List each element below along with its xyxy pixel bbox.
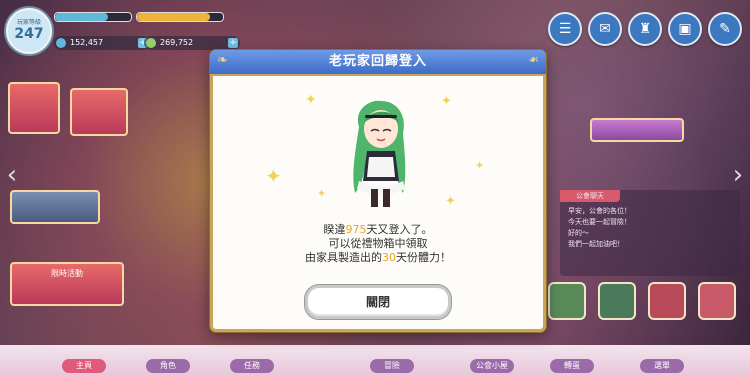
jewel-counter: 152,457 + (54, 36, 150, 50)
stamina-bar (136, 12, 224, 22)
mana-value: 269,752 (160, 38, 194, 47)
nav-adventure[interactable]: 冒險 (370, 359, 414, 373)
guild-chat-panel[interactable]: 公會聊天 早安，公會的各位！ 今天也要一起冒險！ 好的～ 我們一起加油吧！ (560, 190, 740, 276)
message-part: 由家具製造出的 (305, 251, 382, 264)
nav-story[interactable]: 任務 (230, 359, 274, 373)
right-banner[interactable] (590, 118, 684, 142)
close-button[interactable]: 關閉 (305, 285, 451, 319)
jewel-icon (56, 38, 66, 48)
left-banner-3[interactable] (10, 190, 100, 224)
left-banner-2[interactable] (70, 88, 128, 136)
dialog-title: 老玩家回歸登入 (328, 54, 427, 69)
nav-character[interactable]: 角色 (146, 359, 190, 373)
player-rank-badge[interactable]: 玩家等級 247 (6, 8, 52, 54)
bottom-nav: 主頁 角色 任務 冒險 公會小屋 轉蛋 選單 (0, 345, 750, 375)
right-arrow-icon[interactable]: › (730, 160, 746, 190)
right-button-1[interactable] (548, 282, 586, 320)
chat-line: 早安，公會的各位！ (568, 207, 631, 215)
chat-line: 今天也要一起冒險！ (568, 218, 631, 226)
right-button-2[interactable] (598, 282, 636, 320)
bonus-days-value: 30 (382, 251, 396, 264)
days-away-value: 975 (345, 223, 367, 236)
nav-guild-house[interactable]: 公會小屋 (470, 359, 514, 373)
sparkle-icon: ✦ (475, 159, 485, 172)
message-part: 睽違 (323, 223, 346, 236)
exp-bar (54, 12, 132, 22)
chat-line: 我們一起加油吧！ (568, 240, 624, 248)
dialog-message: 睽違975天又登入了。 可以從禮物箱中領取 由家具製造出的30天份體力！ (213, 223, 543, 265)
message-part: 天又登入了。 (366, 223, 433, 236)
nav-home[interactable]: 主頁 (62, 359, 106, 373)
event-banner[interactable]: 限時活動 (10, 262, 124, 306)
mana-icon (146, 38, 156, 48)
message-line-2: 可以從禮物箱中領取 (328, 237, 428, 250)
nav-gacha[interactable]: 轉蛋 (550, 359, 594, 373)
right-button-4[interactable] (698, 282, 736, 320)
returning-player-dialog: ❧ 老玩家回歸登入 ❧ ✦ ✦ ✦ ✦ ✦ ✦ 睽違975天又登入了。 可以從禮… (210, 50, 546, 332)
rank-label: 玩家等級 (16, 19, 41, 26)
message-part: 天份體力！ (396, 251, 451, 264)
chat-header: 公會聊天 (560, 190, 620, 202)
ornament-icon: ❧ (217, 53, 229, 68)
dialog-header: ❧ 老玩家回歸登入 ❧ (210, 50, 546, 76)
sparkle-icon: ✦ (265, 164, 282, 188)
mana-counter: 269,752 + (144, 36, 240, 50)
mission-icon[interactable]: ♜ (628, 12, 662, 46)
ornament-icon: ❧ (527, 53, 539, 68)
menu-icon[interactable]: ☰ (548, 12, 582, 46)
event-banner-label: 限時活動 (51, 269, 83, 278)
sparkle-icon: ✦ (445, 194, 456, 209)
sparkle-icon: ✦ (305, 92, 317, 108)
sparkle-icon: ✦ (441, 94, 452, 109)
left-banner-1[interactable] (8, 82, 60, 134)
mail-icon[interactable]: ✉ (588, 12, 622, 46)
character-illustration (353, 100, 406, 207)
right-button-3[interactable] (648, 282, 686, 320)
left-arrow-icon[interactable]: ‹ (4, 160, 20, 190)
present-icon[interactable]: ▣ (668, 12, 702, 46)
add-mana-button[interactable]: + (228, 38, 238, 48)
jewel-value: 152,457 (70, 38, 104, 47)
chat-line: 好的～ (568, 229, 589, 237)
player-rank: 247 (14, 26, 44, 42)
sparkle-icon: ✦ (317, 187, 327, 200)
nav-menu[interactable]: 選單 (640, 359, 684, 373)
settings-icon[interactable]: ✎ (708, 12, 742, 46)
